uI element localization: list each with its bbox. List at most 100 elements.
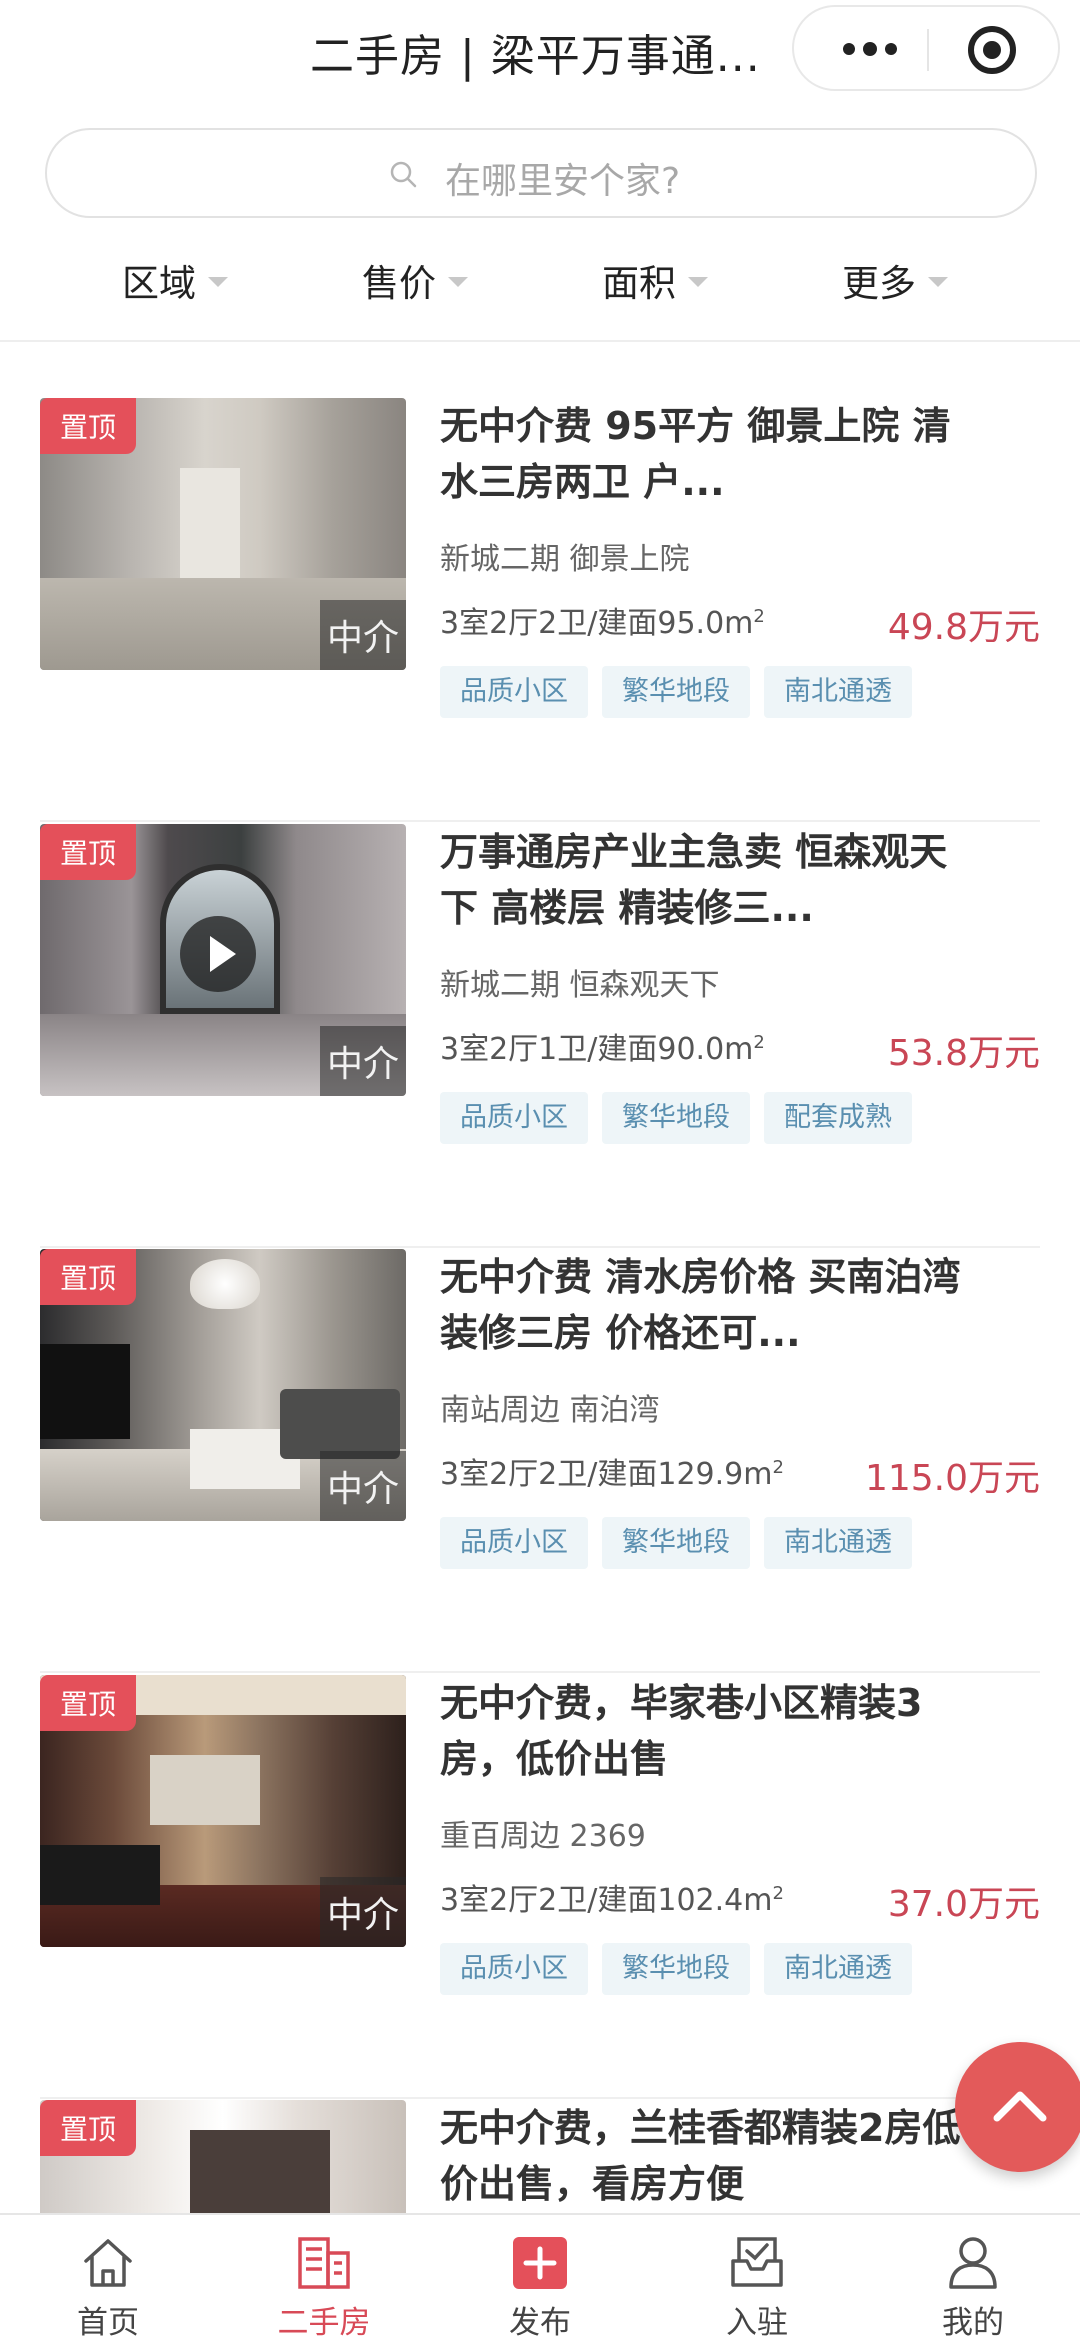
feature-tag: 配套成熟 (764, 1092, 912, 1144)
listing-card[interactable]: 置顶 中介 无中介费 清水房价格 买南泊湾 装修三房 价格还可... 南站周边 … (0, 1249, 1080, 1673)
filter-size[interactable]: 面积 (602, 245, 708, 315)
listing-title[interactable]: 万事通房产业主急卖 恒森观天 下 高楼层 精装修三... (440, 824, 1040, 936)
capsule-divider (927, 29, 929, 71)
home-icon (84, 2239, 132, 2287)
caret-down-icon (928, 277, 948, 287)
tab-label: 首页 (77, 2305, 139, 2341)
caret-down-icon (208, 277, 228, 287)
listing-card[interactable]: 置顶 中介 万事通房产业主急卖 恒森观天 下 高楼层 精装修三... 新城二期 … (0, 824, 1080, 1248)
feature-tag: 品质小区 (440, 666, 588, 718)
close-mini-program-icon[interactable] (968, 26, 1016, 74)
feature-tag: 品质小区 (440, 1943, 588, 1995)
divider (0, 340, 1080, 342)
inbox-check-icon (731, 2237, 783, 2287)
listing-title[interactable]: 无中介费 95平方 御景上院 清 水三房两卫 户... (440, 398, 1040, 510)
caret-down-icon (448, 277, 468, 287)
tab-publish[interactable]: 发布 (465, 2215, 615, 2349)
filter-label: 更多 (842, 262, 916, 305)
listing-price: 115.0万元 (864, 1458, 1040, 1499)
search-input[interactable]: 在哪里安个家? (45, 128, 1037, 218)
listing-photo[interactable]: 置顶 (40, 2100, 406, 2213)
filter-label: 售价 (362, 262, 436, 305)
feature-tag: 品质小区 (440, 1517, 588, 1569)
pinned-badge: 置顶 (40, 1675, 136, 1731)
feature-tags: 品质小区 繁华地段 南北通透 (440, 1943, 912, 1995)
feature-tag: 繁华地段 (602, 1092, 750, 1144)
listing-card[interactable]: 置顶 中介 无中介费 95平方 御景上院 清 水三房两卫 户... 新城二期 御… (0, 398, 1080, 822)
back-to-top-button[interactable] (955, 2042, 1080, 2172)
building-icon (298, 2237, 350, 2289)
pinned-badge: 置顶 (40, 2100, 136, 2156)
listing-photo[interactable]: 置顶 中介 (40, 1675, 406, 1947)
tab-profile[interactable]: 我的 (898, 2215, 1048, 2349)
plus-icon (513, 2237, 567, 2289)
bottom-tab-bar: 首页 二手房 发布 入驻 我的 (0, 2213, 1080, 2349)
filter-price[interactable]: 售价 (362, 245, 468, 315)
agent-badge: 中介 (320, 1877, 406, 1947)
listing-title-line: 无中介费 清水房价格 买南泊湾 (440, 1255, 961, 1299)
listing-title-line: 下 高楼层 精装修三... (440, 886, 814, 930)
mini-program-capsule (792, 5, 1060, 91)
listing-title-line: 万事通房产业主急卖 恒森观天 (440, 830, 948, 874)
more-menu-icon[interactable] (830, 29, 910, 69)
listing-card[interactable]: 置顶 无中介费，兰桂香都精装2房低 价出售，看房方便 (0, 2100, 1080, 2213)
feature-tag: 品质小区 (440, 1092, 588, 1144)
listing-spec: 3室2厅1卫/建面90.0m2 (440, 1024, 765, 1068)
feature-tag: 南北通透 (764, 666, 912, 718)
spec-text: 3室2厅1卫/建面90.0m (440, 1032, 754, 1067)
photo-chandelier (190, 1259, 260, 1309)
listing-photo[interactable]: 置顶 中介 (40, 1249, 406, 1521)
filter-more[interactable]: 更多 (842, 245, 948, 315)
spec-superscript: 2 (772, 1457, 784, 1478)
feature-tag: 南北通透 (764, 1943, 912, 1995)
listing-spec: 3室2厅2卫/建面102.4m2 (440, 1875, 784, 1919)
pinned-badge: 置顶 (40, 824, 136, 880)
listing-spec: 3室2厅2卫/建面129.9m2 (440, 1449, 784, 1493)
page-title: 二手房 | 梁平万事通... (310, 31, 761, 82)
listing-title[interactable]: 无中介费 清水房价格 买南泊湾 装修三房 价格还可... (440, 1249, 1040, 1361)
pinned-badge: 置顶 (40, 398, 136, 454)
photo-tv (40, 1344, 130, 1439)
feature-tags: 品质小区 繁华地段 南北通透 (440, 1517, 912, 1569)
listing-price: 49.8万元 (887, 607, 1040, 648)
agent-badge: 中介 (320, 1026, 406, 1096)
caret-down-icon (688, 277, 708, 287)
tab-join[interactable]: 入驻 (682, 2215, 832, 2349)
photo-cabinet (190, 2130, 330, 2213)
listing-title[interactable]: 无中介费，兰桂香都精装2房低 价出售，看房方便 (440, 2100, 1040, 2212)
photo-window (180, 468, 240, 588)
tab-home[interactable]: 首页 (33, 2215, 183, 2349)
feature-tags: 品质小区 繁华地段 配套成熟 (440, 1092, 912, 1144)
photo-window (150, 1755, 260, 1825)
listing-title-line: 房，低价出售 (440, 1737, 669, 1781)
play-video-icon[interactable] (180, 916, 256, 992)
spec-text: 3室2厅2卫/建面95.0m (440, 606, 754, 641)
listing-location: 新城二期 恒森观天下 (440, 968, 720, 1003)
listing-photo[interactable]: 置顶 中介 (40, 824, 406, 1096)
chevron-up-icon (993, 2091, 1047, 2122)
tab-label: 我的 (942, 2305, 1004, 2341)
tab-label: 二手房 (277, 2305, 371, 2341)
divider (40, 1246, 1040, 1248)
listing-card[interactable]: 置顶 中介 无中介费，毕家巷小区精装3 房，低价出售 重百周边 2369 3室2… (0, 1675, 1080, 2099)
listing-title-line: 水三房两卫 户... (440, 460, 725, 504)
listing-photo[interactable]: 置顶 中介 (40, 398, 406, 670)
listing-location: 重百周边 2369 (440, 1819, 646, 1854)
listing-title[interactable]: 无中介费，毕家巷小区精装3 房，低价出售 (440, 1675, 1040, 1787)
spec-text: 3室2厅2卫/建面102.4m (440, 1883, 773, 1918)
spec-superscript: 2 (772, 1883, 784, 1904)
listing-title-line: 无中介费，毕家巷小区精装3 (440, 1681, 923, 1725)
listing-location: 新城二期 御景上院 (440, 542, 690, 577)
divider (40, 1671, 1040, 1673)
filter-label: 区域 (122, 262, 196, 305)
user-icon (949, 2237, 997, 2289)
tab-label: 发布 (509, 2305, 571, 2341)
filter-bar: 区域 售价 面积 更多 (0, 245, 1080, 315)
listing-title-line: 无中介费 95平方 御景上院 清 (440, 404, 951, 448)
filter-area[interactable]: 区域 (122, 245, 228, 315)
tab-second-hand-house[interactable]: 二手房 (249, 2215, 399, 2349)
listing-price: 37.0万元 (887, 1884, 1040, 1925)
feature-tag: 繁华地段 (602, 1943, 750, 1995)
pinned-badge: 置顶 (40, 1249, 136, 1305)
spec-superscript: 2 (753, 606, 765, 627)
